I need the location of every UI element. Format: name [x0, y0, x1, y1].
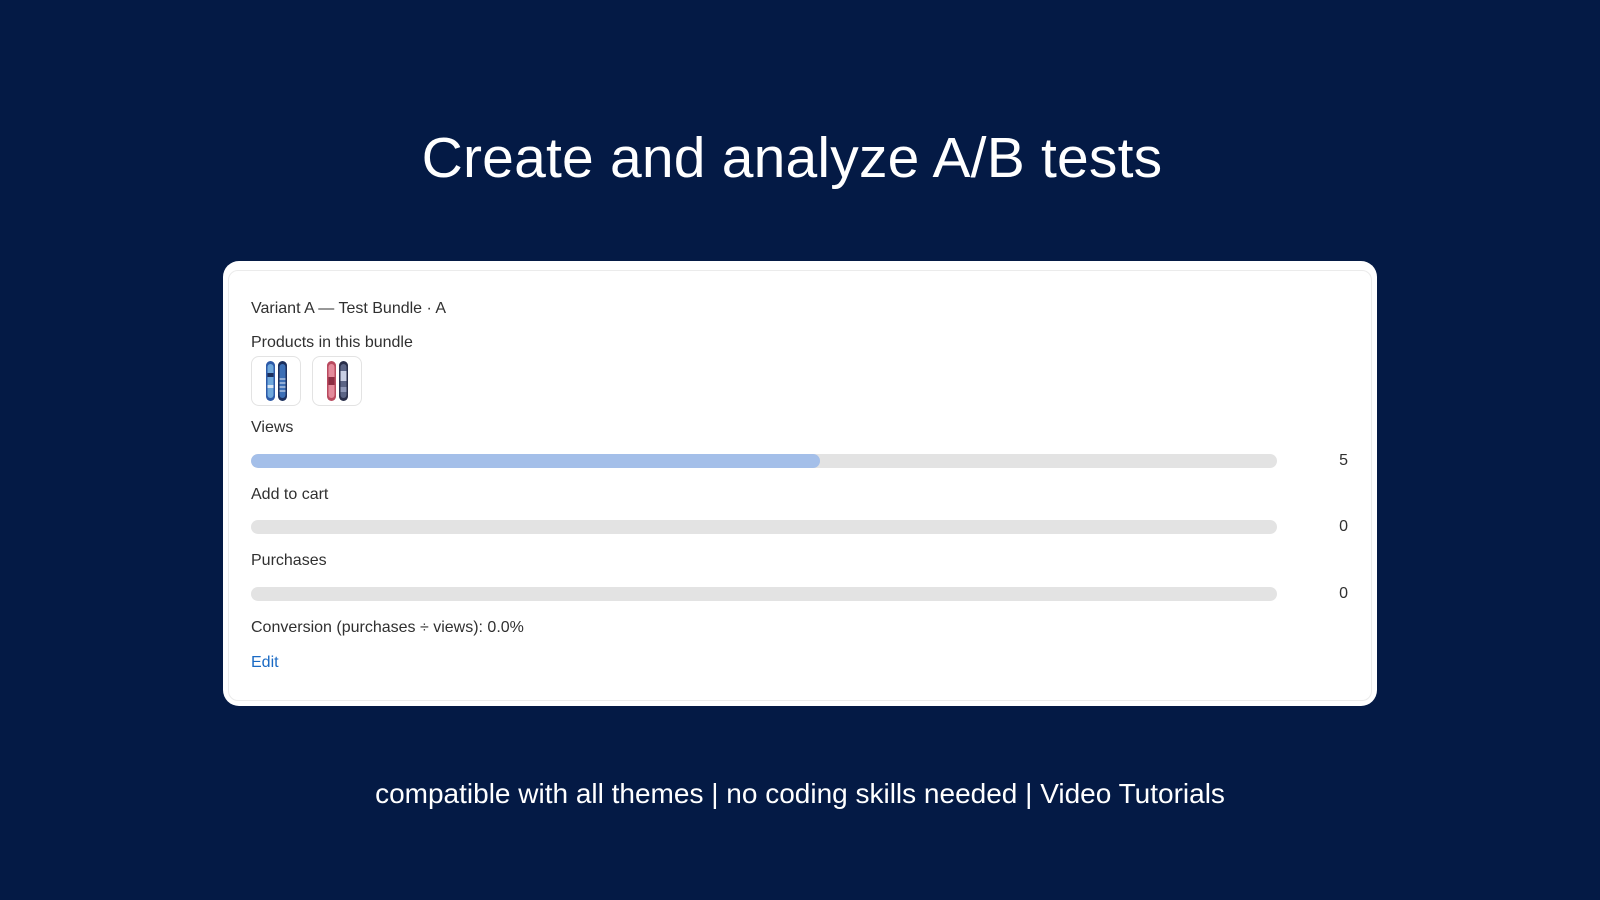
add-to-cart-count: 0 [1339, 518, 1348, 535]
snowboard-blue-icon [266, 361, 287, 401]
variant-title: Variant A — Test Bundle · A [251, 300, 447, 317]
add-to-cart-progress-bar [251, 520, 1277, 534]
products-label: Products in this bundle [251, 334, 413, 351]
product-thumbnail-2[interactable] [312, 356, 362, 406]
purchases-count: 0 [1339, 585, 1348, 602]
snowboard-red-icon [327, 361, 348, 401]
add-to-cart-label: Add to cart [251, 486, 329, 503]
views-label: Views [251, 419, 294, 436]
tagline: compatible with all themes | no coding s… [375, 778, 1225, 809]
conversion-rate: Conversion (purchases ÷ views): 0.0% [251, 619, 524, 636]
views-progress-bar [251, 454, 1277, 468]
edit-link[interactable]: Edit [251, 653, 279, 673]
page-headline: Create and analyze A/B tests [421, 126, 1163, 190]
purchases-progress-bar [251, 587, 1277, 601]
variant-card [223, 261, 1377, 706]
views-progress-fill [251, 454, 821, 468]
views-count: 5 [1339, 452, 1348, 469]
product-thumbnail-1[interactable] [251, 356, 301, 406]
purchases-label: Purchases [251, 552, 327, 569]
